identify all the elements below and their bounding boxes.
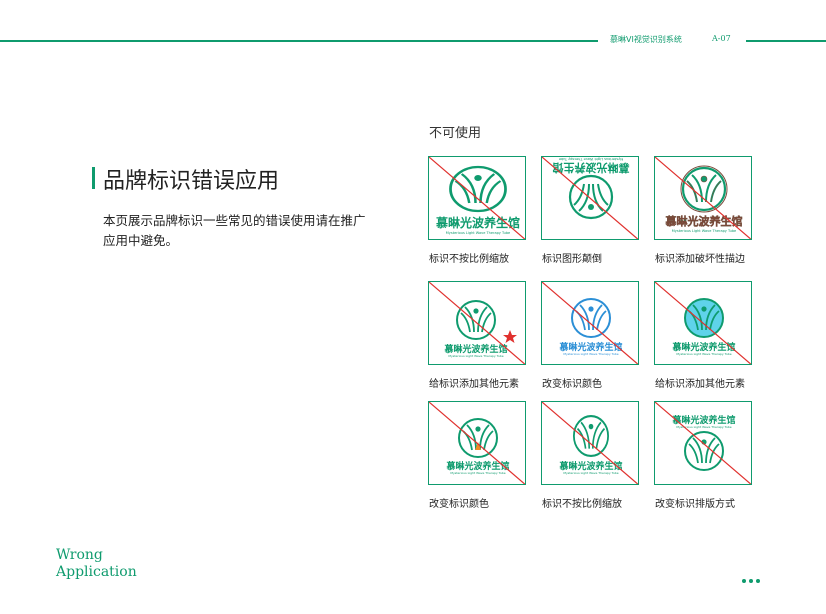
logo-graphic: 慕晽光波养生馆 Mysterious Light Wave Therapy Tu… [655,402,751,484]
svg-text:慕晽光波养生馆: 慕晽光波养生馆 [553,161,631,175]
page-number: A-07 [712,34,731,43]
logo-graphic: 慕晽光波养生馆 Mysterious Light Wave Therapy Tu… [655,282,751,364]
svg-text:Mysterious Light Wave Therapy: Mysterious Light Wave Therapy Tube [563,352,618,356]
svg-text:Mysterious Light Wave Therapy: Mysterious Light Wave Therapy Tube [559,157,623,161]
logo-graphic: 慕晽光波养生馆 Mysterious Light Wave Therapy Tu… [542,402,638,484]
heading-accent-bar [92,167,95,189]
page-description: 本页展示品牌标识一些常见的错误使用请在推广应用中避免。 [103,213,366,248]
page-title: 品牌标识错误应用 [103,169,280,194]
logo-graphic: 慕晽光波养生馆 Mysterious Light Wave Therapy Tu… [542,157,638,239]
header-rule-right [746,40,826,42]
footer-title: Wrong Application [56,547,137,581]
misuse-tile-4: 慕晽光波养生馆 Mysterious Light Wave Therapy Tu… [428,281,526,365]
misuse-tile-7: 慕晽光波养生馆 Mysterious Light Wave Therapy Tu… [428,401,526,485]
logo-graphic: 慕晽光波养生馆 Mysterious Light Wave Therapy Tu… [429,402,525,484]
more-dots-icon [742,568,763,587]
misuse-tile-8: 慕晽光波养生馆 Mysterious Light Wave Therapy Tu… [541,401,639,485]
tile-caption: 标识不按比例缩放 [429,254,509,265]
tile-caption: 标识添加破坏性描边 [655,254,745,265]
misuse-tile-1: 慕晽光波养生馆 Mysterious Light Wave Therapy Tu… [428,156,526,240]
logo-graphic: 慕晽光波养生馆 Mysterious Light Wave Therapy Tu… [429,282,525,364]
tile-caption: 改变标识颜色 [542,379,602,390]
svg-text:Mysterious Light Wave Therapy: Mysterious Light Wave Therapy Tube [672,229,736,233]
logo-graphic: 慕晽光波养生馆 Mysterious Light Wave Therapy Tu… [429,157,525,239]
tile-caption: 改变标识排版方式 [655,499,735,510]
footer-line-1: Wrong [56,547,103,563]
misuse-tile-9: 慕晽光波养生馆 Mysterious Light Wave Therapy Tu… [654,401,752,485]
tile-caption: 给标识添加其他元素 [655,379,745,390]
section-label: 不可使用 [429,126,482,141]
header-rule-left [0,40,598,42]
star-icon [503,330,517,343]
tile-caption: 标识不按比例缩放 [542,499,622,510]
tile-caption: 改变标识颜色 [429,499,489,510]
strike-line [655,402,751,484]
svg-text:Mysterious Light Wave Therapy: Mysterious Light Wave Therapy Tube [563,471,618,475]
logo-graphic: 慕晽光波养生馆 Mysterious Light Wave Therapy Tu… [542,282,638,364]
svg-text:Mysterious Light Wave Therapy: Mysterious Light Wave Therapy Tube [450,471,505,475]
tile-caption: 标识图形颠倒 [542,254,602,265]
misuse-tile-3: 慕晽光波养生馆 Mysterious Light Wave Therapy Tu… [654,156,752,240]
footer-line-2: Application [56,564,137,580]
logo-graphic: 慕晽光波养生馆 Mysterious Light Wave Therapy Tu… [655,157,751,239]
svg-text:Mysterious Light Wave Therapy: Mysterious Light Wave Therapy Tube [448,354,503,358]
header-brand-system: 慕晽VI视觉识别系统 [610,35,682,44]
svg-text:慕晽光波养生馆: 慕晽光波养生馆 [665,214,743,228]
misuse-tile-6: 慕晽光波养生馆 Mysterious Light Wave Therapy Tu… [654,281,752,365]
misuse-tile-5: 慕晽光波养生馆 Mysterious Light Wave Therapy Tu… [541,281,639,365]
tile-caption: 给标识添加其他元素 [429,379,519,390]
svg-text:慕晽光波养生馆: 慕晽光波养生馆 [435,215,520,230]
misuse-tile-2: 慕晽光波养生馆 Mysterious Light Wave Therapy Tu… [541,156,639,240]
svg-text:Mysterious Light Wave Therapy: Mysterious Light Wave Therapy Tube [446,231,510,235]
svg-text:Mysterious Light Wave Therapy: Mysterious Light Wave Therapy Tube [676,352,731,356]
